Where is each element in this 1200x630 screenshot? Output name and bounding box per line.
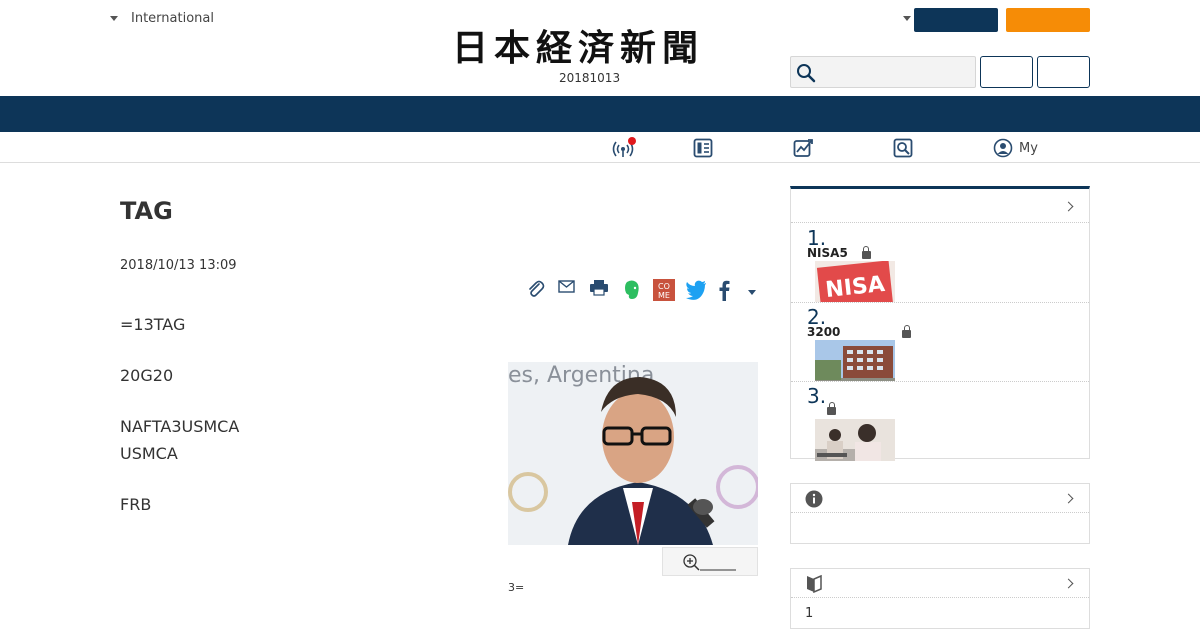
article-paragraph: FRB	[120, 495, 152, 514]
article-paragraph: 20G20	[120, 366, 174, 385]
beginner-panel-header[interactable]	[791, 569, 1089, 598]
article-photo[interactable]: es, Argentina	[508, 362, 758, 545]
search-news-icon	[893, 138, 913, 158]
ranking-header[interactable]	[791, 189, 1089, 223]
ranking-title	[807, 402, 836, 415]
market-nav-item[interactable]	[793, 136, 815, 160]
sub-nav-bar: My	[0, 132, 1200, 163]
search-icon	[797, 64, 816, 83]
chevron-right-icon	[1063, 578, 1074, 589]
info-icon	[805, 490, 823, 508]
region-label: International	[131, 11, 214, 26]
ranking-thumbnail	[815, 340, 895, 381]
clip-icon[interactable]	[526, 279, 546, 299]
photo-zoom-button[interactable]	[662, 547, 758, 576]
beginner-panel: 1	[790, 568, 1090, 629]
twitter-icon[interactable]	[685, 280, 707, 300]
lock-icon	[827, 402, 836, 415]
caret-down-icon[interactable]	[903, 16, 911, 21]
chevron-right-icon	[1063, 201, 1074, 212]
ranking-item[interactable]: 2. 3200	[791, 303, 1089, 382]
ranking-title-text: 3200	[807, 325, 841, 339]
login-button[interactable]	[980, 56, 1033, 88]
ranking-title-text: NISA5	[807, 246, 848, 260]
search-input[interactable]	[790, 56, 976, 88]
ranking-thumbnail	[815, 419, 895, 461]
subscribe-button[interactable]	[914, 8, 998, 32]
article-paragraph: NAFTA3USMCA USMCA	[120, 417, 240, 463]
ranking-title: 3200	[807, 324, 912, 339]
svg-text:ME: ME	[658, 291, 670, 300]
lock-icon	[902, 324, 912, 338]
print-icon[interactable]	[589, 279, 609, 297]
paper-icon	[693, 138, 713, 158]
site-logo[interactable]: 日本経済新聞	[452, 28, 750, 68]
article-title: TAG	[120, 197, 173, 225]
beginner-panel-text: 1	[805, 606, 814, 621]
mail-icon[interactable]	[557, 279, 577, 295]
article-paragraph: =13TAG	[120, 315, 186, 334]
chevron-right-icon	[1063, 493, 1074, 504]
register-button[interactable]	[1037, 56, 1090, 88]
beginner-icon	[807, 574, 822, 593]
come-icon[interactable]: CO ME	[653, 279, 675, 301]
article-published-date: 2018/10/13 13:09	[120, 258, 237, 273]
region-selector[interactable]: International	[110, 11, 214, 26]
chart-icon	[793, 139, 813, 157]
search-nav-item[interactable]	[893, 136, 913, 160]
site-header: International 日本経済新聞 20181013	[0, 0, 1200, 96]
info-panel-header[interactable]	[791, 484, 1089, 513]
lock-icon	[861, 245, 871, 259]
facebook-icon[interactable]	[717, 279, 731, 301]
ranking-thumbnail: NISA	[815, 261, 895, 302]
paper-nav-item[interactable]	[693, 136, 713, 160]
my-nav-label: My	[1019, 140, 1038, 156]
live-icon	[612, 137, 636, 159]
share-more-caret-icon[interactable]	[748, 290, 756, 295]
main-nav-bar[interactable]	[0, 96, 1200, 132]
zoom-icon	[683, 554, 736, 571]
photo-caption: 3=	[508, 581, 525, 594]
live-nav-item[interactable]	[612, 136, 636, 160]
ranking-panel: 1. NISA5 NISA 2. 3200 3.	[790, 186, 1090, 461]
photo-illustration: es, Argentina	[508, 362, 758, 545]
user-icon	[993, 138, 1013, 158]
svg-text:CO: CO	[658, 282, 670, 291]
caret-down-icon	[110, 16, 118, 21]
trial-button[interactable]	[1006, 8, 1090, 32]
edition-date: 20181013	[559, 71, 621, 85]
info-panel	[790, 483, 1090, 544]
ranking-title: NISA5	[807, 245, 871, 260]
ranking-item[interactable]: 1. NISA5 NISA	[791, 224, 1089, 303]
my-nav-item[interactable]: My	[993, 136, 1038, 160]
evernote-icon[interactable]	[623, 279, 641, 301]
notification-dot	[628, 137, 636, 145]
ranking-item[interactable]: 3.	[791, 382, 1089, 461]
